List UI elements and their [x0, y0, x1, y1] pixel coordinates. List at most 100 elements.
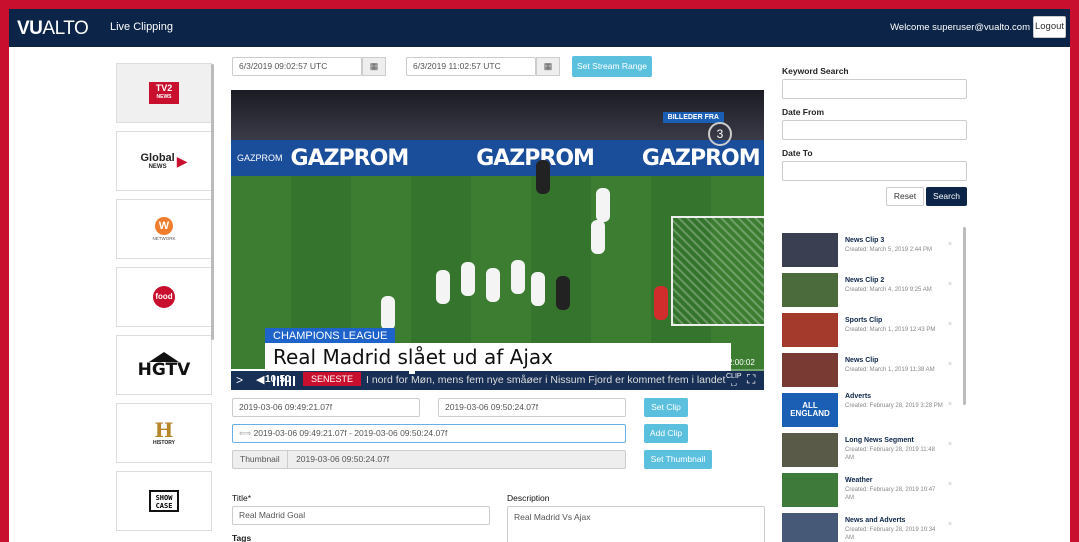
video-figure — [461, 262, 475, 296]
tv2-news-logo: TV2 NEWS — [149, 82, 179, 104]
close-icon[interactable]: × — [948, 281, 952, 288]
clip-end-input[interactable]: 2019-03-06 09:50:24.07f — [438, 398, 626, 417]
progress-bar[interactable] — [231, 369, 764, 371]
set-clip-button[interactable]: Set Clip — [644, 398, 688, 417]
channel-history[interactable]: H HISTORY — [116, 403, 212, 463]
close-icon[interactable]: × — [948, 521, 952, 528]
volume-icon[interactable]: ◀ — [256, 373, 264, 386]
hgtv-logo-text: HGTV — [137, 359, 191, 380]
showcase-logo: SHOW CASE — [149, 490, 179, 512]
clip-date: Created: March 5, 2019 2:44 PM — [845, 247, 933, 253]
channel-tv2-news[interactable]: TV2 NEWS — [116, 63, 212, 123]
close-icon[interactable]: × — [948, 361, 952, 368]
clip-thumbnail — [782, 353, 838, 387]
close-icon[interactable]: × — [948, 401, 952, 408]
clip-title: News Clip 2 — [845, 277, 885, 284]
video-figure — [654, 286, 668, 320]
vualto-logo[interactable]: VUALTO — [17, 18, 89, 40]
clip-item[interactable]: News Clip 2 Created: March 4, 2019 9:25 … — [782, 273, 962, 309]
clip-title: Adverts — [845, 393, 872, 400]
lower-third-headline: Real Madrid slået ud af Ajax — [265, 343, 731, 371]
clip-item[interactable]: Long News Segment Created: February 28, … — [782, 433, 962, 469]
play-icon[interactable]: > — [236, 373, 243, 387]
clip-item[interactable]: News Clip Created: March 1, 2019 11:38 A… — [782, 353, 962, 389]
clip-title: News Clip 3 — [845, 237, 885, 244]
video-goal-net — [671, 216, 764, 326]
keyword-search-label: Keyword Search — [782, 66, 849, 76]
channel-hgtv[interactable]: HGTV — [116, 335, 212, 395]
channel-global-news[interactable]: Global NEWS ▶ — [116, 131, 212, 191]
reset-button[interactable]: Reset — [886, 187, 924, 206]
clip-item[interactable]: Sports Clip Created: March 1, 2019 12:43… — [782, 313, 962, 349]
date-to-label: Date To — [782, 148, 813, 158]
fullscreen-icon[interactable]: ⛶ — [747, 372, 755, 387]
nav-live-clipping[interactable]: Live Clipping — [110, 21, 173, 33]
clip-start-input[interactable]: 2019-03-06 09:49:21.07f — [232, 398, 420, 417]
date-to-input[interactable] — [782, 161, 967, 181]
clip-list-scrollbar[interactable] — [963, 227, 966, 405]
stream-end-calendar-icon[interactable]: ▦ — [536, 57, 560, 76]
progress-fill — [231, 369, 413, 371]
global-logo-subtext: NEWS — [148, 164, 167, 170]
w-logo-subtext: NETWORK — [152, 236, 176, 241]
logout-button[interactable]: Logout — [1033, 16, 1066, 38]
clip-item[interactable]: News and Adverts Created: February 28, 2… — [782, 513, 962, 542]
clip-title: News Clip — [845, 357, 879, 364]
close-icon[interactable]: × — [948, 321, 952, 328]
stream-end-input[interactable]: 6/3/2019 11:02:57 UTC — [406, 57, 536, 76]
clip-item[interactable]: Weather Created: February 28, 2019 10:47… — [782, 473, 962, 509]
clip-thumbnail — [782, 513, 838, 542]
clip-date: Created: February 28, 2019 10:34 AM — [845, 527, 936, 541]
video-player[interactable]: GAZPROM GAZPROM GAZPROM GAZPROM BILLEDER… — [231, 90, 764, 390]
clip-date: Created: March 4, 2019 9:25 AM — [845, 287, 932, 293]
clip-title: Long News Segment — [845, 437, 914, 444]
channel-food[interactable]: food — [116, 267, 212, 327]
close-icon[interactable]: × — [948, 241, 952, 248]
stream-start-calendar-icon[interactable]: ▦ — [362, 57, 386, 76]
tv2-logo-subtext: NEWS — [156, 94, 172, 100]
history-logo: H HISTORY — [153, 420, 175, 446]
clip-thumbnail — [782, 433, 838, 467]
range-slider-icon: ⟺ — [239, 428, 254, 438]
hgtv-logo: HGTV — [137, 351, 191, 380]
channel-w-network[interactable]: W NETWORK — [116, 199, 212, 259]
logo-light: ALTO — [42, 18, 89, 39]
food-logo: food — [153, 286, 175, 308]
clip-icon[interactable]: CLIP ⌞⌟ — [726, 373, 742, 387]
clip-item[interactable]: News Clip 3 Created: March 5, 2019 2:44 … — [782, 233, 962, 269]
set-stream-range-button[interactable]: Set Stream Range — [572, 56, 652, 77]
channel-scrollbar[interactable] — [211, 64, 214, 340]
title-label: Title* — [232, 493, 252, 503]
clip-thumbnail-text: ALL ENGLAND — [790, 401, 830, 418]
board-text-1: GAZPROM — [290, 145, 410, 171]
showcase-logo-line2: CASE — [155, 502, 173, 510]
title-input[interactable]: Real Madrid Goal — [232, 506, 490, 525]
search-button[interactable]: Search — [926, 187, 967, 206]
set-thumbnail-button[interactable]: Set Thumbnail — [644, 450, 712, 469]
video-figure — [556, 276, 570, 310]
clip-range-input[interactable]: ⟺ 2019-03-06 09:49:21.07f - 2019-03-06 0… — [232, 424, 626, 443]
description-textarea[interactable]: Real Madrid Vs Ajax — [507, 506, 765, 542]
video-figure — [596, 188, 610, 222]
progress-scrubber[interactable] — [409, 364, 416, 374]
clip-list: News Clip 3 Created: March 5, 2019 2:44 … — [782, 227, 962, 542]
top-navbar: VUALTO Live Clipping Welcome superuser@v… — [9, 9, 1070, 47]
clip-title: Sports Clip — [845, 317, 883, 324]
date-from-label: Date From — [782, 107, 825, 117]
date-from-input[interactable] — [782, 120, 967, 140]
board-sponsor: GAZPROM — [237, 153, 283, 163]
close-icon[interactable]: × — [948, 481, 952, 488]
lower-third-tag: CHAMPIONS LEAGUE — [265, 328, 396, 344]
stream-start-input[interactable]: 6/3/2019 09:02:57 UTC — [232, 57, 362, 76]
volume-slider[interactable] — [273, 376, 297, 386]
history-logo-subtext: HISTORY — [153, 440, 175, 446]
broadcast-clock-icon: 3 — [708, 122, 732, 146]
add-clip-button[interactable]: Add Clip — [644, 424, 688, 443]
channel-showcase[interactable]: SHOW CASE — [116, 471, 212, 531]
clip-thumbnail: ALL ENGLAND — [782, 393, 838, 427]
keyword-search-input[interactable] — [782, 79, 967, 99]
clip-title: Weather — [845, 477, 873, 484]
global-logo-text: Global — [140, 152, 175, 164]
close-icon[interactable]: × — [948, 441, 952, 448]
clip-item[interactable]: ALL ENGLAND Adverts Created: February 28… — [782, 393, 962, 429]
